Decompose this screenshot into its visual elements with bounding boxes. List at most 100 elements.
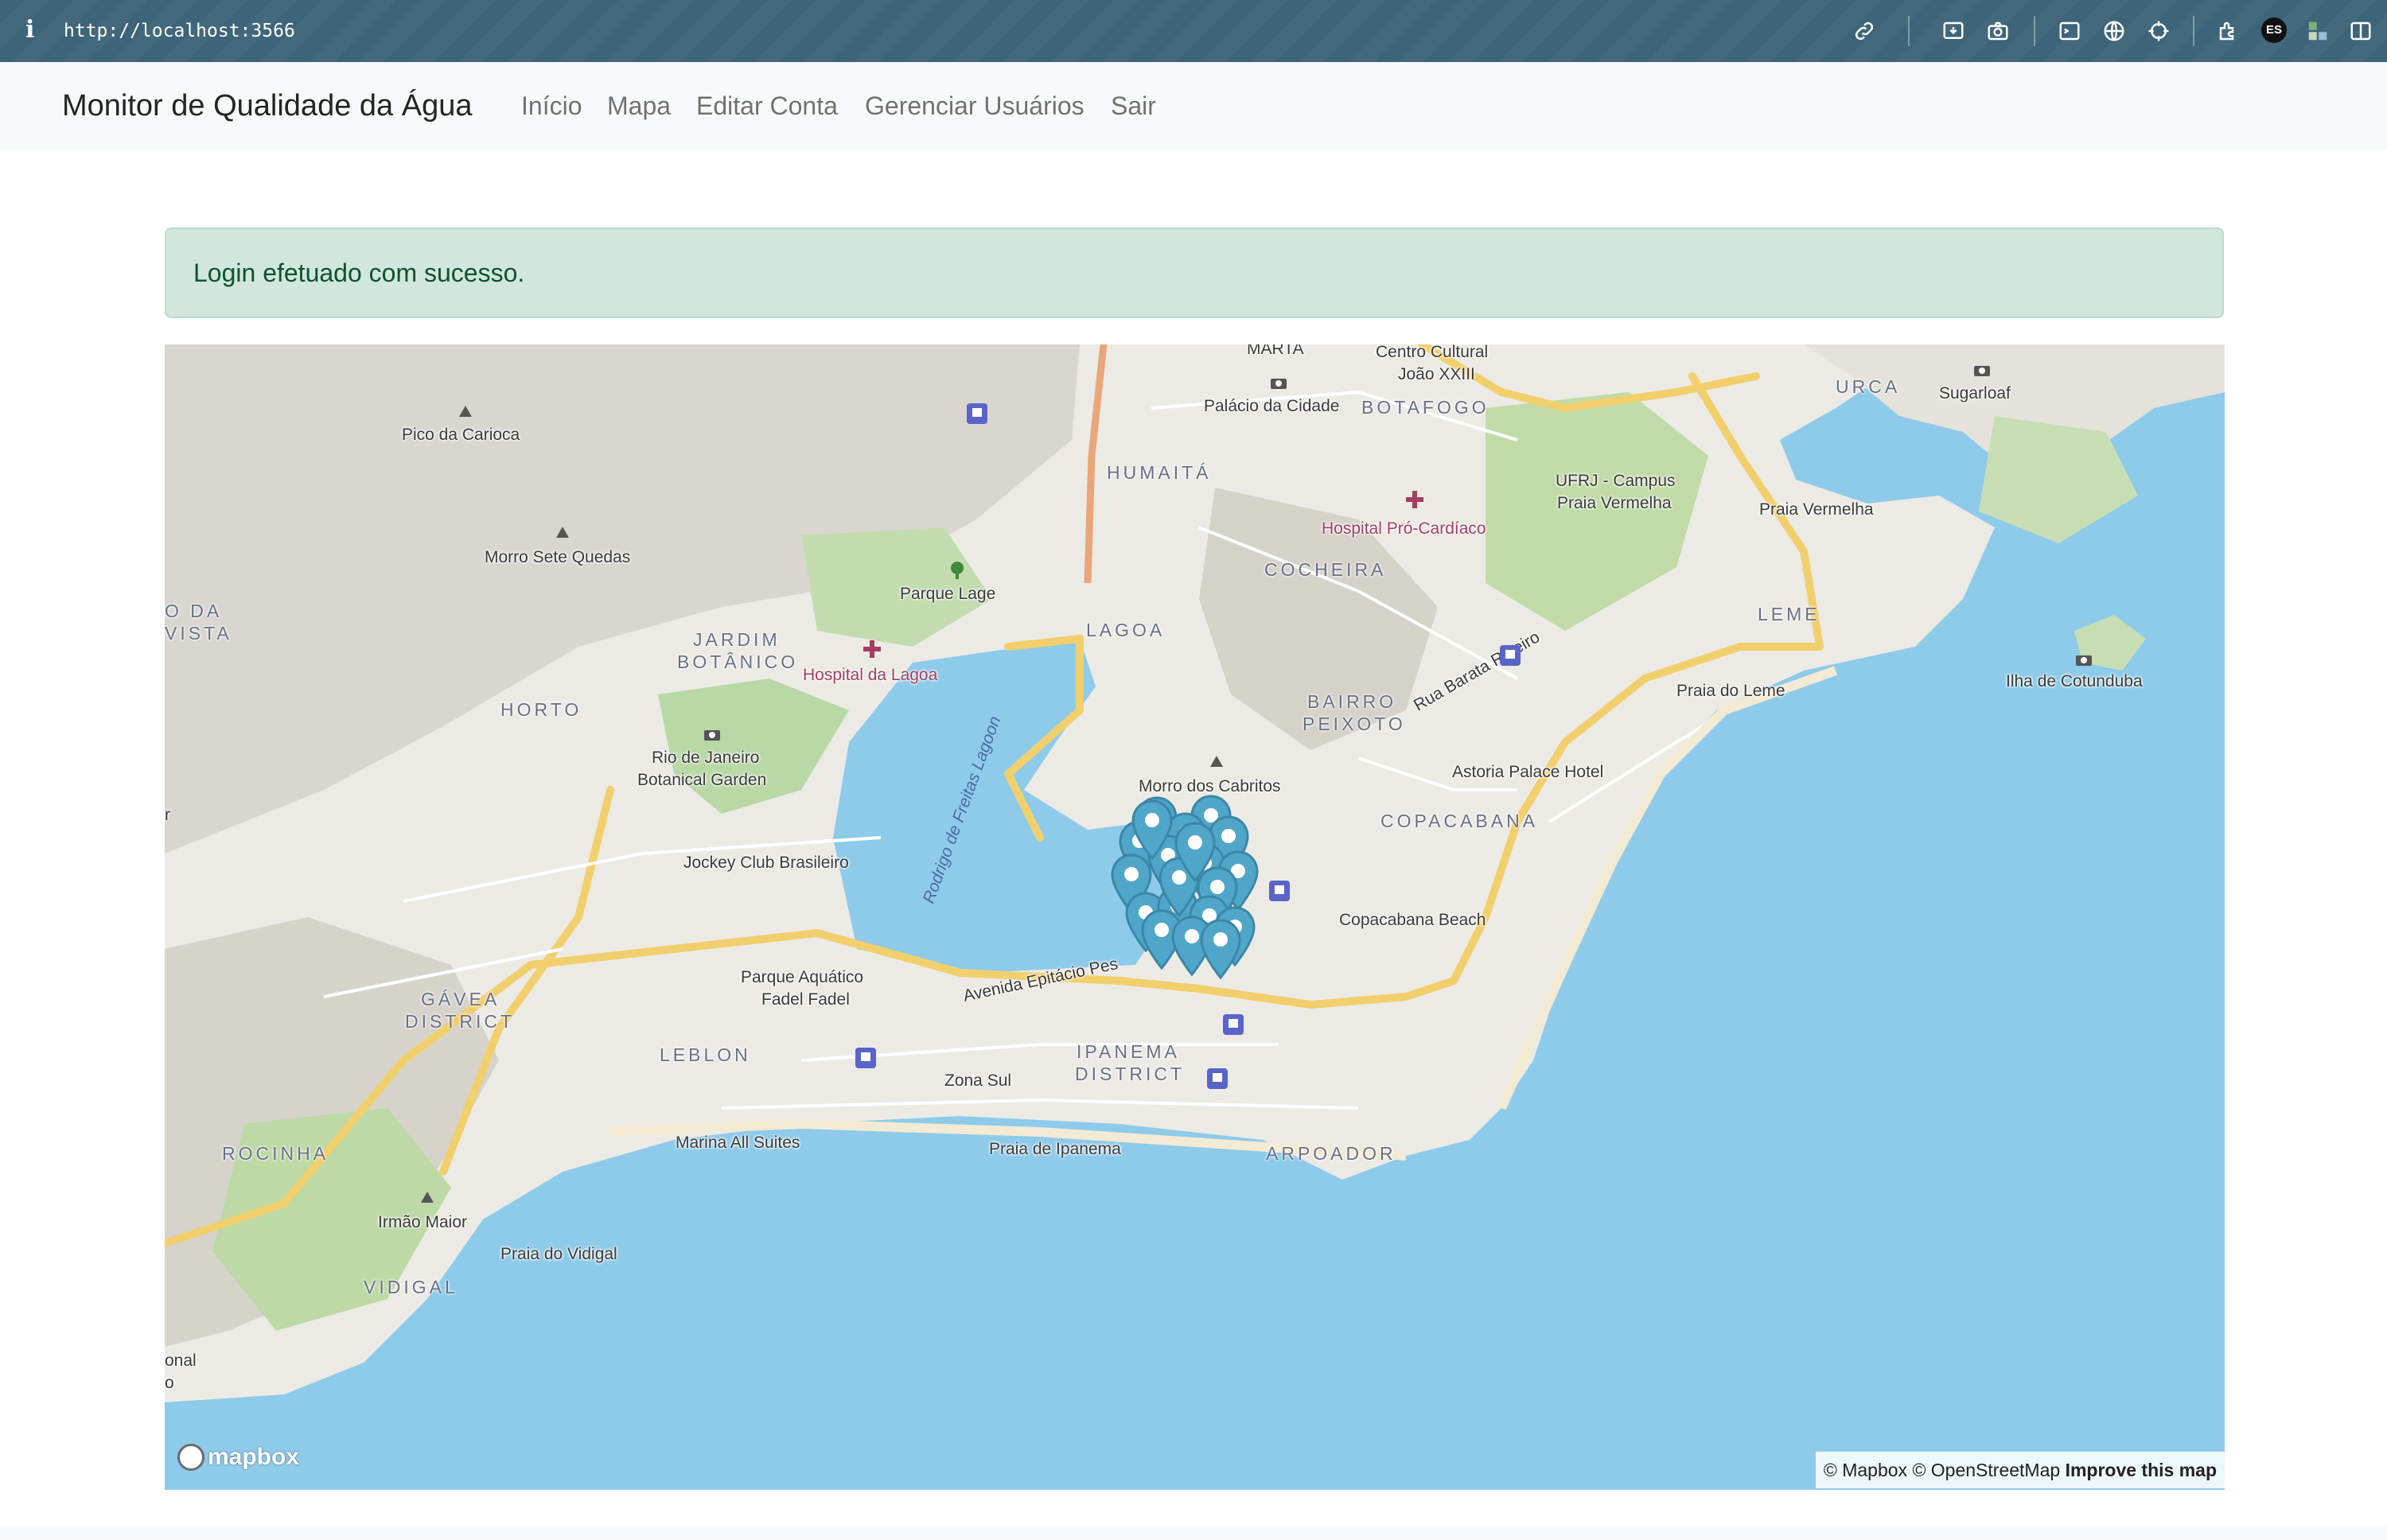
camera-icon[interactable] (1984, 18, 2011, 45)
place-label: Sugarloaf (1939, 384, 2011, 402)
place-label: onal (165, 1351, 197, 1370)
district-label: HUMAITÁ (1107, 462, 1212, 483)
screenshot-icon[interactable] (1940, 18, 1967, 45)
metro-icon (1500, 645, 1521, 666)
page-footer (0, 1526, 2387, 1540)
district-label: BOTÂNICO (677, 651, 799, 672)
place-label: Astoria Palace Hotel (1452, 763, 1604, 781)
mapbox-logo-icon (177, 1444, 204, 1471)
district-label: GÁVEA (421, 989, 500, 1009)
map-attribution: © Mapbox © OpenStreetMap Improve this ma… (1815, 1452, 2225, 1488)
nav-sair[interactable]: Sair (1111, 88, 1156, 124)
place-label: UFRJ - Campus (1556, 472, 1676, 490)
app-navbar: Monitor de Qualidade da Água Início Mapa… (0, 62, 2387, 150)
place-label: Palácio da Cidade (1204, 397, 1340, 415)
park-icon (951, 562, 964, 579)
camera-poi-icon (1271, 379, 1287, 389)
place-label: Centro Cultural (1376, 344, 1489, 361)
district-label: LEME (1758, 604, 1820, 624)
place-label: Jockey Club Brasileiro (683, 854, 849, 872)
place-label: João XXIII (1398, 365, 1475, 383)
place-label: Praia Vermelha (1759, 500, 1874, 519)
address-bar[interactable]: http://localhost:3566 (64, 16, 295, 48)
district-label: BOTAFOGO (1361, 397, 1489, 418)
toolbar-separator (2034, 16, 2035, 46)
place-label: Praia Vermelha (1557, 494, 1672, 512)
improve-map-link[interactable]: Improve this map (2066, 1460, 2217, 1480)
mapbox-logo-text: mapbox (208, 1444, 300, 1470)
success-alert: Login efetuado com sucesso. (165, 228, 2224, 318)
sidebar-icon[interactable] (2347, 18, 2374, 45)
district-label: LEBLON (660, 1044, 751, 1065)
osm-attribution-link[interactable]: © OpenStreetMap (1912, 1460, 2060, 1480)
place-label: Irmão Maior (378, 1213, 468, 1231)
place-label: Parque Aquático (741, 968, 864, 986)
place-label: Rio de Janeiro (652, 749, 760, 767)
toolbar-separator (1908, 16, 1910, 46)
district-label: VIDIGAL (364, 1277, 458, 1297)
camera-poi-icon (704, 730, 720, 741)
place-label: Copacabana Beach (1339, 911, 1486, 929)
site-info-icon[interactable]: i (25, 14, 41, 46)
place-label: Botanical Garden (637, 771, 767, 789)
hospital-icon (863, 640, 881, 658)
mapbox-attribution-link[interactable]: © Mapbox (1824, 1460, 1907, 1480)
map-marker[interactable] (1174, 822, 1217, 883)
place-label: Parque Lage (900, 585, 996, 603)
district-label: LAGOA (1086, 620, 1166, 640)
place-label: Ilha de Cotunduba (2006, 672, 2143, 690)
place-label: Fadel Fadel (761, 990, 850, 1009)
toolbar-separator (2193, 16, 2194, 46)
map-container[interactable]: MARTA Centro Cultural João XXIII Palácio… (165, 344, 2225, 1490)
map-marker[interactable] (1199, 919, 1242, 980)
place-label: Morro dos Cabritos (1139, 777, 1281, 795)
metro-icon (1223, 1014, 1244, 1035)
metro-icon (855, 1048, 876, 1068)
place-label: Marina All Suites (676, 1134, 800, 1152)
district-label: ROCINHA (222, 1143, 329, 1164)
extensions-icon[interactable] (2215, 18, 2242, 45)
district-label: DISTRICT (1075, 1064, 1186, 1084)
puzzle-icon[interactable] (2304, 18, 2331, 45)
district-label: COCHEIRA (1264, 559, 1387, 580)
link-icon[interactable] (1851, 18, 1878, 45)
terminal-icon[interactable] (2056, 18, 2083, 45)
alert-message: Login efetuado com sucesso. (193, 259, 525, 287)
crosshair-icon[interactable] (2145, 18, 2172, 45)
district-label: BAIRRO (1307, 691, 1397, 712)
map-marker[interactable] (1131, 799, 1174, 861)
district-label: URCA (1836, 376, 1901, 397)
district-label: HORTO (500, 699, 582, 720)
camera-poi-icon (2076, 655, 2092, 666)
mapbox-logo[interactable]: mapbox (177, 1444, 299, 1471)
place-label: Zona Sul (944, 1071, 1012, 1090)
district-label: JARDIM (693, 629, 781, 650)
hospital-icon (1406, 491, 1423, 508)
metro-icon (1269, 881, 1290, 901)
mountain-icon (1210, 756, 1223, 767)
nav-inicio[interactable]: Início (521, 88, 582, 124)
nav-mapa[interactable]: Mapa (607, 88, 671, 124)
place-label: Praia de Ipanema (989, 1140, 1121, 1158)
nav-editar-conta[interactable]: Editar Conta (696, 88, 838, 124)
place-label: Praia do Vidigal (500, 1245, 617, 1263)
district-label: O DA (165, 601, 223, 621)
district-label: IPANEMA (1077, 1041, 1180, 1062)
brand-title[interactable]: Monitor de Qualidade da Água (62, 86, 472, 126)
metro-icon (967, 403, 987, 424)
district-label: DISTRICT (405, 1011, 516, 1032)
globe-icon[interactable] (2101, 18, 2128, 45)
place-label: Praia do Leme (1676, 682, 1785, 700)
mountain-icon (556, 527, 569, 538)
district-label: PEIXOTO (1303, 714, 1406, 734)
metro-icon (1207, 1068, 1228, 1089)
place-label: o (165, 1374, 174, 1392)
nav-gerenciar-usuarios[interactable]: Gerenciar Usuários (865, 88, 1084, 124)
district-label: ARPOADOR (1266, 1143, 1396, 1164)
place-label: Pico da Carioca (402, 426, 520, 444)
district-label: VISTA (165, 623, 232, 644)
place-label: Hospital Pró-Cardíaco (1322, 519, 1486, 538)
place-label: Hospital da Lagoa (803, 666, 938, 684)
district-label: COPACABANA (1380, 811, 1539, 831)
profile-avatar[interactable]: ES (2261, 18, 2287, 43)
